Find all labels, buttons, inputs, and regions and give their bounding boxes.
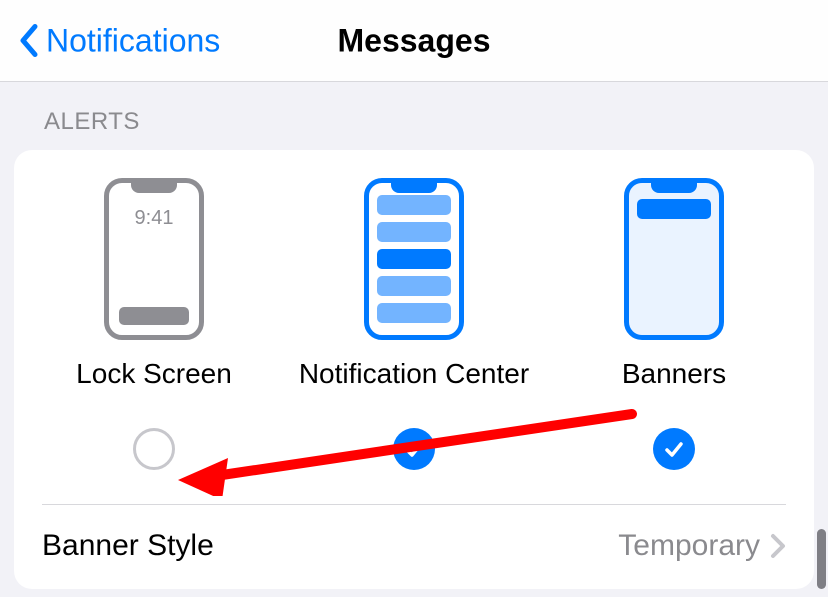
page-title: Messages: [338, 22, 491, 59]
lock-screen-time: 9:41: [109, 207, 199, 230]
navigation-bar: Notifications Messages: [0, 0, 828, 82]
back-label: Notifications: [46, 22, 220, 59]
notification-center-icon: [364, 178, 464, 340]
checkmark-icon: [403, 438, 425, 460]
row-value-banner-style: Temporary: [618, 529, 760, 563]
option-notification-center[interactable]: Notification Center: [289, 178, 539, 470]
option-label-banners: Banners: [622, 358, 726, 390]
section-header-alerts: Alerts: [44, 108, 814, 136]
checkbox-notification-center[interactable]: [393, 428, 435, 470]
banners-icon: [624, 178, 724, 340]
back-button[interactable]: Notifications: [0, 22, 220, 59]
row-label-banner-style: Banner Style: [42, 529, 214, 563]
scrollbar[interactable]: [817, 529, 826, 589]
chevron-right-icon: [770, 533, 786, 559]
option-label-lock-screen: Lock Screen: [76, 358, 232, 390]
alert-options-row: 9:41 Lock Screen Notification: [14, 178, 814, 470]
lock-screen-icon: 9:41: [104, 178, 204, 340]
alerts-card: 9:41 Lock Screen Notification: [14, 150, 814, 589]
chevron-left-icon: [18, 23, 40, 59]
row-banner-style[interactable]: Banner Style Temporary: [14, 505, 814, 589]
checkmark-icon: [663, 438, 685, 460]
option-banners[interactable]: Banners: [549, 178, 799, 470]
checkbox-banners[interactable]: [653, 428, 695, 470]
option-lock-screen[interactable]: 9:41 Lock Screen: [29, 178, 279, 470]
checkbox-lock-screen[interactable]: [133, 428, 175, 470]
option-label-notification-center: Notification Center: [299, 358, 529, 390]
